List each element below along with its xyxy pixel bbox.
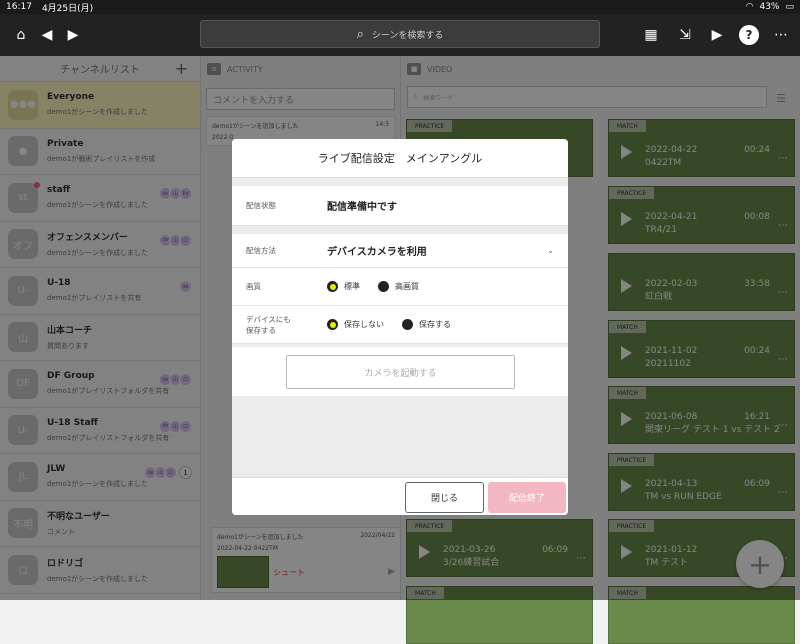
status-time: 16:17 — [6, 2, 32, 12]
quality-standard-radio[interactable]: 標準 — [327, 281, 360, 292]
quality-label: 画質 — [246, 282, 261, 291]
stream-status-value: 配信準備中です — [327, 202, 397, 213]
live-stream-settings-dialog: ライブ配信設定 メインアングル 配信状態 配信準備中です 配信方法 デバイスカメ… — [232, 139, 568, 515]
wifi-icon: ◠ — [745, 2, 754, 12]
home-icon[interactable]: ⌂ — [8, 22, 34, 48]
forward-icon[interactable]: ▶ — [60, 22, 86, 48]
save-no-radio[interactable]: 保存しない — [327, 319, 384, 330]
status-battery: 43% — [759, 2, 780, 12]
radio-label: 高画質 — [395, 282, 419, 291]
quality-high-radio[interactable]: 高画質 — [378, 281, 419, 292]
save-yes-radio[interactable]: 保存する — [402, 319, 451, 330]
stream-method-label: 配信方法 — [246, 246, 276, 255]
end-stream-button[interactable]: 配信終了 — [488, 482, 566, 513]
label-line: 保存する — [246, 325, 276, 335]
quality-row: 画質 標準 高画質 — [232, 268, 568, 306]
scene-search-input[interactable]: ⌕ シーンを検索する — [200, 20, 600, 48]
status-bar: 16:17 4月25日(月) ◠ 43% ▭ — [0, 0, 800, 14]
stream-status-row: 配信状態 配信準備中です — [232, 186, 568, 226]
status-date: 4月25日(月) — [41, 3, 94, 14]
more-menu-icon[interactable]: ⋯ — [768, 22, 794, 48]
stream-method-value: デバイスカメラを利用 — [327, 247, 427, 258]
stream-status-label: 配信状態 — [246, 201, 276, 210]
share-video-icon[interactable]: ⇲ — [672, 22, 698, 48]
back-icon[interactable]: ◀ — [34, 22, 60, 48]
dialog-title: ライブ配信設定 メインアングル — [232, 139, 568, 178]
close-button[interactable]: 閉じる — [405, 482, 484, 513]
label-line: デバイスにも — [246, 314, 291, 324]
save-to-device-label: デバイスにも 保存する — [232, 314, 327, 336]
chevron-down-icon: ⌄ — [547, 246, 554, 255]
dialog-footer: 閉じる 配信終了 — [232, 477, 568, 515]
radio-label: 保存しない — [344, 320, 384, 329]
playlist-icon[interactable]: ▶ — [704, 22, 730, 48]
stream-method-select[interactable]: 配信方法 デバイスカメラを利用 ⌄ — [232, 234, 568, 268]
radio-label: 標準 — [344, 282, 360, 291]
radio-label: 保存する — [419, 320, 451, 329]
start-camera-button[interactable]: カメラを起動する — [286, 355, 515, 389]
help-icon[interactable]: ? — [739, 25, 759, 45]
scene-search-placeholder: シーンを検索する — [371, 30, 444, 41]
search-icon: ⌕ — [356, 26, 364, 42]
battery-icon: ▭ — [785, 2, 794, 12]
save-to-device-row: デバイスにも 保存する 保存しない 保存する — [232, 306, 568, 344]
top-bar: ⌂ ◀ ▶ ⌕ シーンを検索する ▦ ⇲ ▶ ? ⋯ — [0, 14, 800, 56]
calendar-icon[interactable]: ▦ — [638, 22, 664, 48]
